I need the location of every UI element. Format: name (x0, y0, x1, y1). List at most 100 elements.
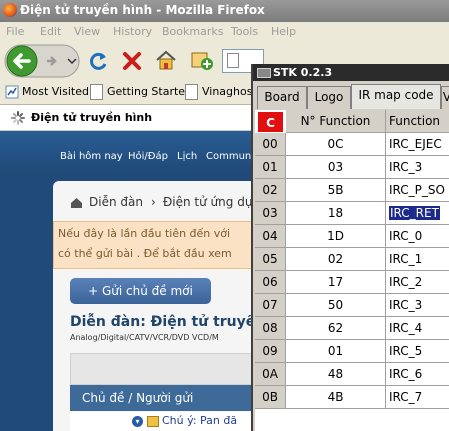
function-cell[interactable]: IRC_2 (386, 271, 449, 294)
column-header-thread[interactable]: Chủ đề / Người gửi (82, 391, 193, 405)
menu-tools[interactable]: Tools (231, 25, 258, 38)
browser-menu-bar: File Edit View History Bookmarks Tools H… (0, 22, 449, 42)
forum-subtitle: Analog/Digital/CATV/VCR/DVD VCD/M (70, 333, 219, 342)
function-cell[interactable]: IRC_5 (386, 340, 449, 363)
code-cell[interactable]: 5B (286, 179, 386, 202)
function-value: IRC_7 (389, 390, 423, 404)
tab-v[interactable]: V (441, 86, 449, 109)
stk-title: STK 0.2.3 (273, 66, 333, 79)
column-header-number[interactable]: N° Function (286, 110, 386, 133)
function-value: IRC_2 (389, 275, 423, 289)
function-cell[interactable]: IRC_4 (386, 317, 449, 340)
loading-spinner-icon (11, 111, 25, 125)
home-icon[interactable] (155, 49, 177, 71)
function-value: IRC_5 (389, 344, 423, 358)
menu-bookmarks[interactable]: Bookmarks (162, 25, 223, 38)
sticky-icon (147, 416, 159, 427)
function-value: IRC_0 (389, 229, 423, 243)
row-header[interactable]: 04 (255, 225, 286, 248)
row-header[interactable]: 02 (255, 179, 286, 202)
code-cell[interactable]: 50 (286, 294, 386, 317)
code-cell[interactable]: 62 (286, 317, 386, 340)
row-header[interactable]: 08 (255, 317, 286, 340)
reload-icon[interactable] (89, 51, 109, 71)
bookmark-getting-started[interactable]: Getting Started (107, 85, 192, 98)
code-cell[interactable]: 18 (286, 202, 386, 225)
code-cell[interactable]: 03 (286, 156, 386, 179)
bookmark-vinaghos[interactable]: Vinaghos (202, 85, 252, 98)
nav-faq[interactable]: Hỏi/Đáp (128, 151, 168, 162)
stk-window: STK 0.2.3 Board Logo IR map code V C N° … (251, 64, 449, 431)
menu-edit[interactable]: Edit (40, 25, 61, 38)
function-cell[interactable]: IRC_7 (386, 386, 449, 409)
corner-clear-button[interactable]: C (257, 111, 284, 133)
vinaghos-page-icon (185, 84, 198, 100)
row-header[interactable]: 09 (255, 340, 286, 363)
code-cell[interactable]: 01 (286, 340, 386, 363)
function-value: IRC_4 (389, 321, 423, 335)
nav-today-posts[interactable]: Bài hôm nay (60, 151, 123, 162)
browser-title: Điện tử truyền hình - Mozilla Firefox (20, 3, 265, 17)
function-value: IRC_6 (389, 367, 423, 381)
code-cell[interactable]: 17 (286, 271, 386, 294)
tab-ir-map-code[interactable]: IR map code (351, 84, 441, 109)
home-icon (71, 198, 82, 208)
nav-community[interactable]: Communi (206, 151, 254, 162)
row-header[interactable]: 03 (255, 202, 286, 225)
function-value: IRC_P_SO (389, 183, 445, 197)
function-value: IRC_RET (389, 206, 440, 220)
getting-started-page-icon (90, 84, 103, 100)
breadcrumb-forum[interactable]: Diễn đàn (89, 195, 143, 209)
menu-view[interactable]: View (74, 25, 100, 38)
stk-title-bar: STK 0.2.3 (253, 64, 449, 81)
code-cell[interactable]: 4B (286, 386, 386, 409)
function-cell[interactable]: IRC_EJEC (386, 133, 449, 156)
row-header[interactable]: 00 (255, 133, 286, 156)
row-header[interactable]: 06 (255, 271, 286, 294)
function-value: IRC_1 (389, 252, 423, 266)
function-cell[interactable]: IRC_6 (386, 363, 449, 386)
stop-icon[interactable] (122, 51, 142, 71)
most-visited-icon (5, 85, 19, 99)
row-header[interactable]: 0A (255, 363, 286, 386)
function-cell[interactable]: IRC_RET (386, 202, 449, 225)
dropdown-icon[interactable]: ▾ (132, 416, 143, 427)
breadcrumb-category[interactable]: Điện tử ứng dụ (163, 195, 252, 209)
nav-calendar[interactable]: Lịch (177, 151, 197, 162)
column-header-function[interactable]: Function (386, 110, 449, 133)
row-header[interactable]: 01 (255, 156, 286, 179)
page-icon (227, 53, 239, 68)
function-cell[interactable]: IRC_3 (386, 294, 449, 317)
function-value: IRC_3 (389, 160, 423, 174)
function-value: IRC_3 (389, 298, 423, 312)
new-tab-icon[interactable] (190, 49, 214, 71)
new-thread-button[interactable]: + Gửi chủ đề mới (70, 278, 211, 304)
tab-logo[interactable]: Logo (307, 86, 351, 109)
code-cell[interactable]: 48 (286, 363, 386, 386)
function-cell[interactable]: IRC_P_SO (386, 179, 449, 202)
menu-history[interactable]: History (113, 25, 152, 38)
ir-map-grid: C N° Function Function 00 0C IRC_EJEC 01 03 I… (255, 110, 449, 431)
tab-board[interactable]: Board (257, 86, 307, 109)
bookmark-most-visited[interactable]: Most Visited (22, 85, 89, 98)
function-value: IRC_EJEC (389, 137, 442, 151)
stk-app-icon (257, 68, 271, 78)
notice-line-2: có thể gửi bài . Để bắt đầu xem (58, 247, 232, 260)
row-header[interactable]: 0B (255, 386, 286, 409)
browser-title-bar: Điện tử truyền hình - Mozilla Firefox (0, 0, 449, 22)
function-cell[interactable]: IRC_1 (386, 248, 449, 271)
function-cell[interactable]: IRC_0 (386, 225, 449, 248)
thread-title[interactable]: Chú ý: Pan đă (162, 414, 237, 427)
stk-tab-bar: Board Logo IR map code V (253, 84, 449, 109)
code-cell[interactable]: 0C (286, 133, 386, 156)
function-cell[interactable]: IRC_3 (386, 156, 449, 179)
menu-file[interactable]: File (6, 25, 24, 38)
menu-help[interactable]: Help (271, 25, 296, 38)
code-cell[interactable]: 1D (286, 225, 386, 248)
forum-title: Diễn đàn: Điện tử truyền h (70, 314, 281, 330)
tab-title[interactable]: Điện tử truyền hình (31, 111, 152, 124)
row-header[interactable]: 07 (255, 294, 286, 317)
code-cell[interactable]: 02 (286, 248, 386, 271)
notice-line-1: Nếu đây là lần đầu tiên đến với (58, 227, 231, 240)
row-header[interactable]: 05 (255, 248, 286, 271)
